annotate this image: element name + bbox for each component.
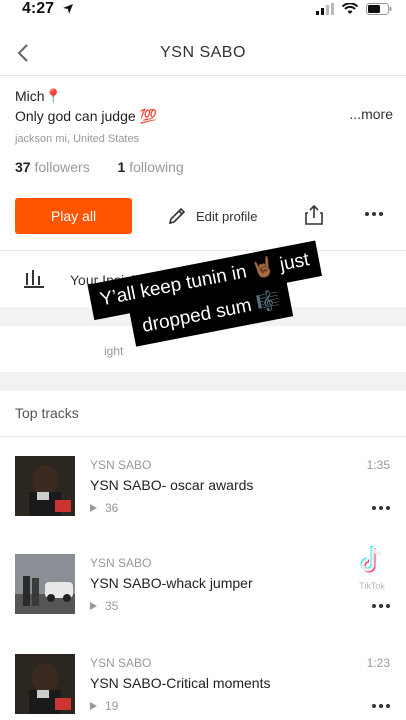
follow-counts: 37 followers 1 following <box>15 159 393 175</box>
cellular-signal-icon <box>316 3 334 15</box>
track-artwork <box>15 654 75 714</box>
track-more-button[interactable] <box>372 704 390 708</box>
divider <box>0 250 406 251</box>
bar-chart-icon <box>24 270 44 288</box>
play-count-icon <box>90 702 97 710</box>
following-label: following <box>129 159 184 175</box>
track-plays: 36 <box>90 501 118 515</box>
section-separator <box>0 372 406 391</box>
play-count: 19 <box>105 699 119 713</box>
followers-count: 37 <box>15 159 31 175</box>
track-artist: YSN SABO <box>90 556 152 570</box>
share-icon <box>305 204 323 225</box>
divider <box>0 436 406 437</box>
track-title: YSN SABO- oscar awards <box>90 477 254 493</box>
tiktok-label: TikTok <box>359 581 385 591</box>
following-link[interactable]: 1 following <box>118 159 184 175</box>
edit-profile-button[interactable]: Edit profile <box>167 206 257 226</box>
battery-icon <box>366 3 392 15</box>
status-time: 4:27 <box>22 0 55 17</box>
play-count: 35 <box>105 599 119 613</box>
play-all-button[interactable]: Play all <box>15 198 132 234</box>
action-row: Play all Edit profile <box>15 198 393 234</box>
wifi-icon <box>342 3 358 14</box>
followers-link[interactable]: 37 followers <box>15 159 90 175</box>
track-duration: 1:23 <box>366 656 390 670</box>
tiktok-logo-icon <box>360 546 382 573</box>
bio-line-1: Mich📍 <box>15 88 62 104</box>
play-count-icon <box>90 504 97 512</box>
track-artist: YSN SABO <box>90 458 152 472</box>
tiktok-watermark: TikTok <box>340 543 404 607</box>
edit-profile-label: Edit profile <box>196 208 258 224</box>
track-plays: 35 <box>90 599 118 613</box>
following-count: 1 <box>117 159 126 175</box>
status-icons <box>316 3 392 15</box>
bio-more-link[interactable]: ...more <box>349 106 393 122</box>
track-row[interactable]: YSN SABO YSN SABO- oscar awards 36 1:35 <box>0 456 406 520</box>
share-button[interactable] <box>304 204 324 231</box>
track-title: YSN SABO-whack jumper <box>90 575 253 591</box>
followers-label: followers <box>34 159 90 175</box>
status-bar: 4:27 <box>0 0 406 24</box>
track-artwork <box>15 456 75 516</box>
page-title: YSN SABO <box>160 44 246 61</box>
pencil-icon <box>168 207 186 225</box>
location-text: jackson mi, United States <box>15 133 140 145</box>
track-plays: 19 <box>90 699 118 713</box>
top-tracks-title: Top tracks <box>15 405 79 421</box>
track-row[interactable]: YSN SABO YSN SABO-Critical moments 19 1:… <box>0 654 406 718</box>
more-options-button[interactable] <box>365 212 383 216</box>
track-artwork <box>15 554 75 614</box>
bio-line-2: Only god can judge 💯 <box>15 108 157 124</box>
track-artist: YSN SABO <box>90 656 152 670</box>
track-duration: 1:35 <box>366 458 390 472</box>
track-more-button[interactable] <box>372 506 390 510</box>
play-count: 36 <box>105 501 119 515</box>
profile-info: Mich📍 Only god can judge 💯 ...more jacks… <box>15 86 393 175</box>
location-arrow-icon <box>63 4 73 14</box>
play-count-icon <box>90 602 97 610</box>
nav-bar: YSN SABO <box>0 30 406 76</box>
track-title: YSN SABO-Critical moments <box>90 675 271 691</box>
